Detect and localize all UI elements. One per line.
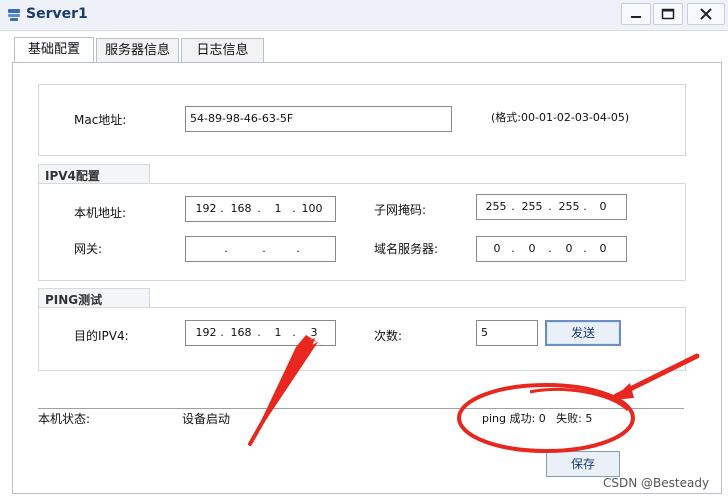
watermark: CSDN @Besteady — [603, 476, 710, 490]
arrow-head — [612, 383, 634, 400]
arrow-to-dest-ip-shaft — [248, 345, 307, 446]
annotation-overlay — [248, 335, 700, 453]
result-highlight-ellipse — [457, 383, 635, 453]
